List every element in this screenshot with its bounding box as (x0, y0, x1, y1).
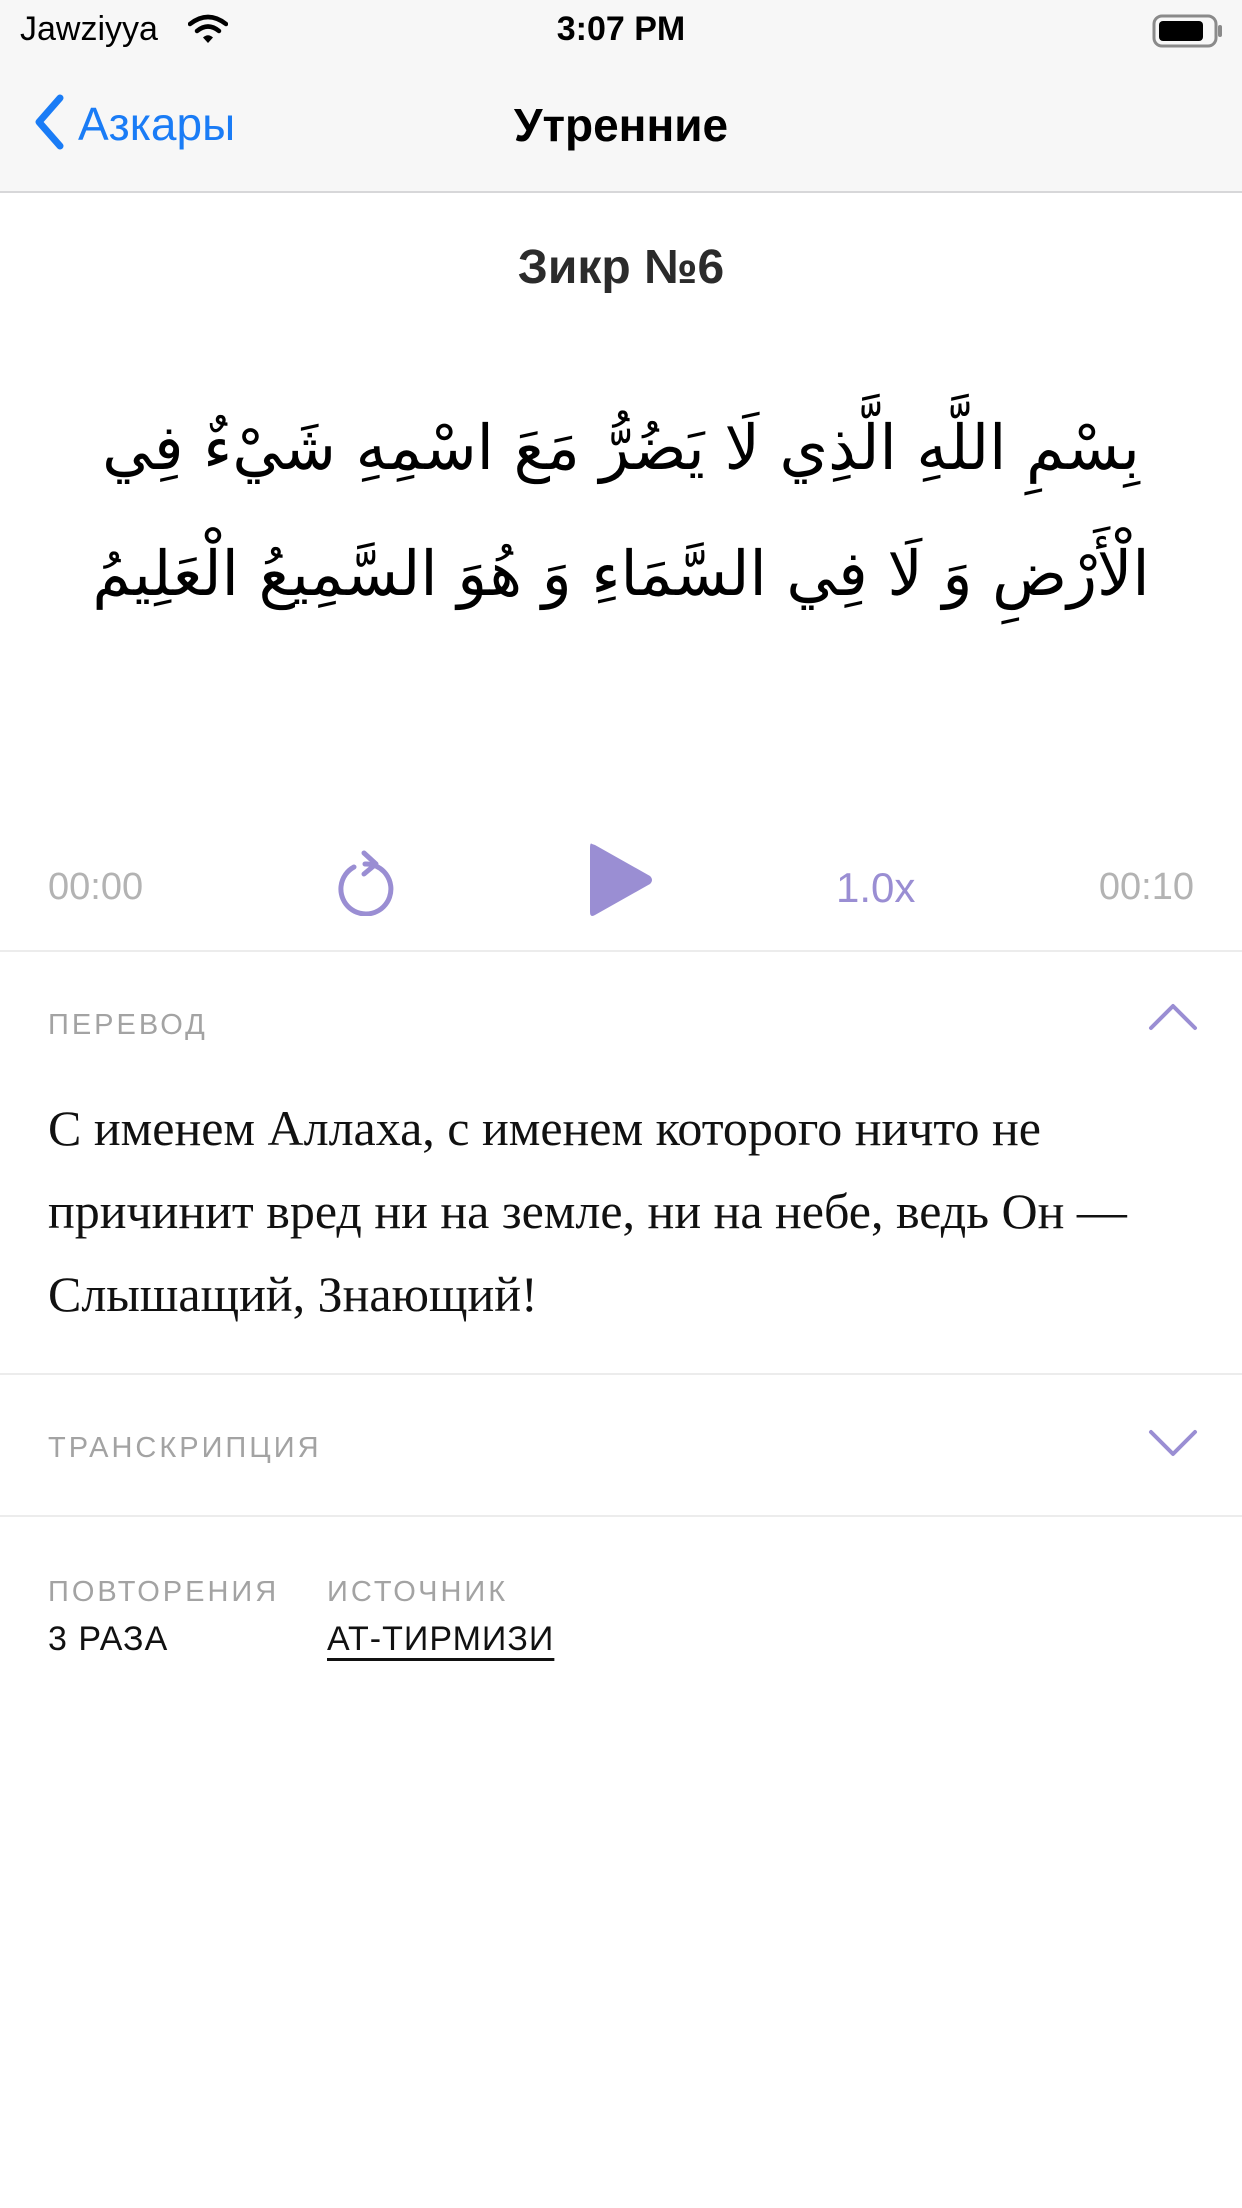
playback-speed-button[interactable]: 1.0x (836, 864, 915, 912)
duration-time: 00:10 (1098, 866, 1194, 908)
divider (0, 950, 1242, 952)
battery-icon (1152, 14, 1224, 53)
repeats-value: 3 РАЗА (48, 1620, 169, 1658)
translation-text: С именем Аллаха, с именем которого ничто… (48, 1100, 1127, 1322)
divider (0, 1373, 1242, 1375)
divider (0, 1515, 1242, 1517)
navigation-bar: Азкары Утренние (0, 60, 1242, 193)
source-label: ИСТОЧНИК (327, 1576, 509, 1608)
arabic-text: بِسْمِ اللَّهِ الَّذِي لَا يَضُرُّ مَعَ … (92, 411, 1150, 610)
transcription-label: ТРАНСКРИПЦИЯ (48, 1432, 322, 1464)
status-time: 3:07 PM (556, 10, 686, 48)
zikr-title: Зикр №6 (517, 241, 725, 294)
repeats-label: ПОВТОРЕНИЯ (48, 1576, 280, 1608)
play-icon (590, 843, 652, 916)
play-button[interactable] (586, 840, 656, 925)
collapse-translation-button[interactable] (1148, 1002, 1198, 1037)
source-link[interactable]: АТ-ТИРМИЗИ (327, 1620, 554, 1659)
replay-button[interactable] (334, 850, 396, 921)
page-title: Утренние (513, 99, 729, 151)
current-time: 00:00 (48, 866, 144, 908)
chevron-up-icon (1149, 1004, 1197, 1030)
expand-transcription-button[interactable] (1148, 1428, 1198, 1463)
replay-icon (338, 850, 394, 917)
audio-player: 00:00 1.0x 00:10 (0, 830, 1242, 950)
chevron-down-icon (1149, 1430, 1197, 1456)
status-bar: Jawziyya 3:07 PM (0, 0, 1242, 60)
translation-label: ПЕРЕВОД (48, 1009, 208, 1041)
